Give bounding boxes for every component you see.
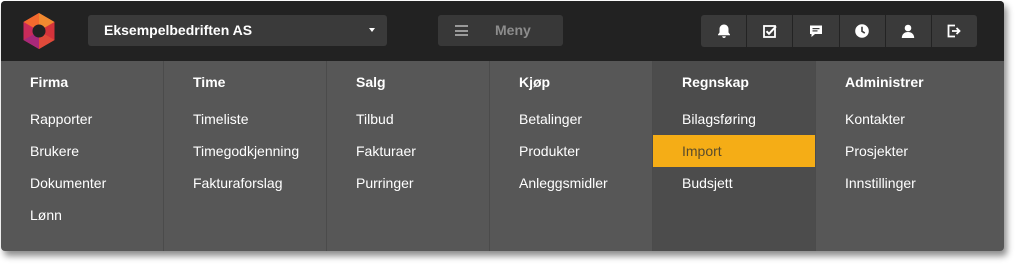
notifications-button[interactable] xyxy=(701,15,748,47)
menu-item[interactable]: Brukere xyxy=(1,135,163,167)
menu-item[interactable]: Kontakter xyxy=(816,103,997,135)
user-icon xyxy=(902,24,915,38)
menu-item[interactable]: Rapporter xyxy=(1,103,163,135)
menu-item[interactable]: Timegodkjenning xyxy=(164,135,326,167)
menu-item[interactable]: Timeliste xyxy=(164,103,326,135)
menu-item[interactable]: Prosjekter xyxy=(816,135,997,167)
menu-item[interactable]: Bilagsføring xyxy=(653,103,815,135)
menu-item-selected[interactable]: Import xyxy=(653,135,815,167)
column-heading: Time xyxy=(193,74,226,90)
toolbar-icons xyxy=(701,15,977,47)
column-heading: Kjøp xyxy=(519,74,551,90)
time-button[interactable] xyxy=(840,15,886,47)
menu-button[interactable]: Meny xyxy=(438,15,563,46)
menu-column-firma: Firma Rapporter Brukere Dokumenter Lønn xyxy=(1,61,164,251)
logo-icon[interactable] xyxy=(19,11,59,51)
company-name: Eksempelbedriften AS xyxy=(104,22,253,38)
menu-item[interactable]: Innstillinger xyxy=(816,167,997,199)
menu-column-administrer: Administrer Kontakter Prosjekter Innstil… xyxy=(816,61,997,251)
menu-item[interactable]: Tilbud xyxy=(327,103,489,135)
top-bar: Eksempelbedriften AS Meny xyxy=(1,1,1004,61)
profile-button[interactable] xyxy=(886,15,932,47)
chat-icon xyxy=(809,25,822,37)
menu-item[interactable]: Purringer xyxy=(327,167,489,199)
menu-item[interactable]: Fakturaforslag xyxy=(164,167,326,199)
tasks-button[interactable] xyxy=(747,15,794,47)
app-window: Eksempelbedriften AS Meny Firma Rapporte… xyxy=(1,1,1004,251)
menu-item[interactable]: Produkter xyxy=(490,135,652,167)
company-selector[interactable]: Eksempelbedriften AS xyxy=(88,15,387,46)
column-heading: Salg xyxy=(356,74,386,90)
column-heading: Administrer xyxy=(845,74,924,90)
menu-item[interactable]: Fakturaer xyxy=(327,135,489,167)
menu-column-salg: Salg Tilbud Fakturaer Purringer xyxy=(327,61,490,251)
bell-icon xyxy=(717,24,730,38)
menu-column-regnskap: Regnskap Bilagsføring Import Budsjett xyxy=(653,61,816,251)
messages-button[interactable] xyxy=(793,15,840,47)
menu-item[interactable]: Dokumenter xyxy=(1,167,163,199)
chevron-down-icon xyxy=(369,28,375,32)
hamburger-icon xyxy=(455,25,468,36)
menu-item[interactable]: Betalinger xyxy=(490,103,652,135)
menu-item[interactable]: Lønn xyxy=(1,199,163,231)
clock-icon xyxy=(855,24,869,38)
logout-button[interactable] xyxy=(932,15,977,47)
menu-item[interactable]: Anleggsmidler xyxy=(490,167,652,199)
menu-column-kjop: Kjøp Betalinger Produkter Anleggsmidler xyxy=(490,61,653,251)
mega-menu: Firma Rapporter Brukere Dokumenter Lønn … xyxy=(1,61,1004,251)
column-heading: Firma xyxy=(30,74,69,90)
logout-icon xyxy=(948,24,962,38)
menu-column-time: Time Timeliste Timegodkjenning Fakturafo… xyxy=(164,61,327,251)
column-heading: Regnskap xyxy=(682,74,749,90)
menu-item[interactable]: Budsjett xyxy=(653,167,815,199)
checkbox-icon xyxy=(762,25,777,38)
menu-label: Meny xyxy=(495,22,531,38)
